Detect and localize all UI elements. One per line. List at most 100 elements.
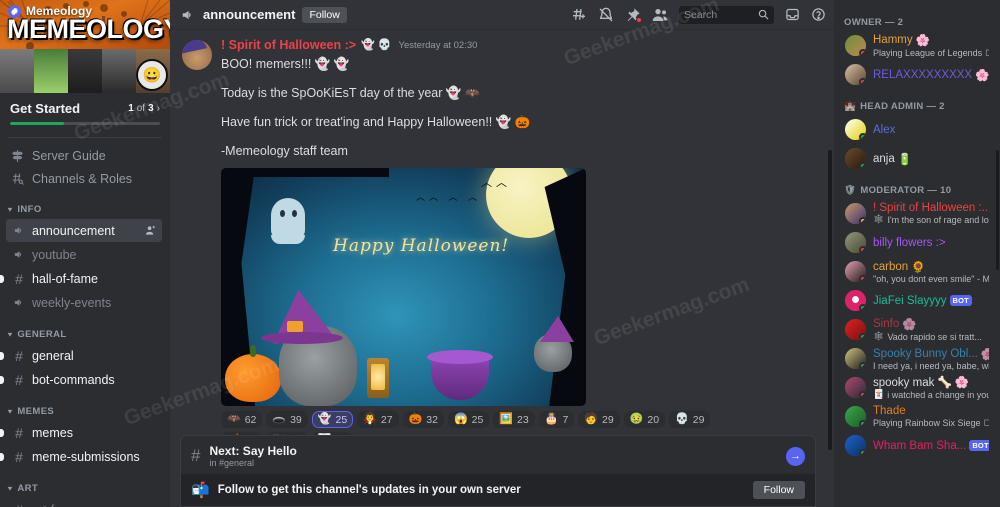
member-item[interactable]: Sinfo 🌸 🕸 Vado rapido se si tratt... [840, 315, 994, 344]
member-name: anja 🔋 [873, 152, 913, 166]
member-item[interactable]: Alex [840, 115, 994, 144]
threads-icon[interactable] [571, 7, 587, 23]
pinned-messages-icon[interactable] [625, 7, 642, 23]
message-line: -Memeology staff team [221, 144, 348, 158]
chevron-down-icon: ▼ [6, 484, 15, 493]
reaction-emoji: 🖼️ [499, 413, 514, 425]
member-item[interactable]: JiaFei Slayyyy BOT [840, 286, 994, 315]
member-list[interactable]: OWNER — 2 Hammy 🌸 Playing League of Legen… [834, 0, 1000, 507]
reaction-chip[interactable]: 🤢 20 [623, 411, 666, 428]
server-banner[interactable]: Memeology MEMEOLOGY 😀 [0, 0, 170, 93]
chevron-down-icon: ▼ [6, 407, 15, 416]
get-started-section[interactable]: Get Started 1 of 3 › [0, 93, 170, 131]
main-content: announcement Follow Search ! Spirit of H… [170, 0, 834, 507]
category-info[interactable]: ▼ INFO [0, 190, 170, 218]
reaction-count: 23 [517, 413, 529, 426]
reaction-chip[interactable]: 🧑 29 [578, 411, 620, 428]
reaction-emoji: 🧛 [363, 413, 377, 425]
reaction-emoji: 🕳️ [272, 413, 287, 425]
sidebar-item-meme-submissions[interactable]: # meme-submissions [0, 445, 162, 468]
status-badge [859, 78, 866, 85]
channel-name: announcement [32, 223, 115, 238]
message-list[interactable]: ! Spirit of Halloween :> 👻 💀 Yesterday a… [170, 30, 834, 507]
member-item[interactable]: anja 🔋 [840, 144, 994, 173]
member-name: spooky mak 🦴 🌸 [873, 377, 970, 389]
reaction-chip[interactable]: 🕳️ 39 [266, 411, 308, 428]
member-item[interactable]: Wham Bam Sha... BOT [840, 431, 994, 460]
avatar [845, 319, 866, 340]
message-scrollbar[interactable] [828, 150, 832, 450]
message-item: ! Spirit of Halloween :> 👻 💀 Yesterday a… [170, 36, 834, 406]
member-item[interactable]: Thade Playing Rainbow Six Siege◻ [840, 402, 994, 431]
reaction-count: 29 [601, 413, 614, 426]
troll-face-icon: 😀 [136, 59, 168, 91]
member-item[interactable]: Spooky Bunny Obl...🌸 I need ya, i need y… [840, 344, 994, 373]
channel-name: youtube [32, 247, 77, 262]
status-badge [859, 304, 866, 311]
member-item[interactable]: ! Spirit of Halloween :... 🕸 I'm the son … [840, 199, 994, 228]
inbox-icon[interactable] [785, 7, 800, 22]
sidebar-item-memes[interactable]: # memes [0, 421, 162, 444]
reaction-chip[interactable]: 🎂 7 [538, 411, 575, 428]
search-icon [758, 9, 769, 20]
follow-bar-button[interactable]: Follow [752, 481, 805, 499]
reaction-chip[interactable]: 💀 29 [669, 411, 711, 428]
member-list-scrollbar[interactable] [996, 150, 999, 270]
sidebar-item-art-faq[interactable]: # art-faq [6, 498, 162, 507]
member-item[interactable]: carbon🌻 "oh, you dont even smile" - Ma..… [840, 257, 994, 286]
avatar [845, 203, 866, 224]
reaction-emoji: 🎃 [408, 413, 423, 425]
search-input[interactable] [684, 8, 754, 21]
reaction-chip[interactable]: 🎃 32 [402, 411, 444, 428]
member-status: I need ya, i need ya, babe, wh... [873, 360, 989, 371]
member-badge-icon: 🔋 [897, 153, 913, 166]
unread-indicator [0, 428, 4, 437]
reaction-chip[interactable]: 🖼️ 23 [493, 411, 535, 428]
next-step-card[interactable]: # Next: Say Hello in #general → [180, 435, 816, 474]
sidebar-item-general[interactable]: # general [0, 344, 162, 367]
avatar [845, 261, 866, 282]
notification-off-icon[interactable] [598, 7, 614, 23]
member-list-icon[interactable] [652, 7, 668, 23]
status-badge [859, 362, 866, 369]
sidebar-item-server-guide[interactable]: Server Guide [0, 144, 170, 167]
reaction-chip[interactable]: 🦇 62 [221, 411, 263, 428]
reaction-chip[interactable]: 😱 25 [447, 411, 490, 428]
castle-icon: 🏰 [844, 101, 857, 112]
member-item[interactable]: spooky mak 🦴🌸 🃏i watched a change in you… [840, 373, 994, 402]
message-timestamp: Yesterday at 02:30 [398, 40, 478, 51]
hash-icon: # [12, 502, 26, 507]
bats-icon: ︿︿ [481, 177, 511, 189]
member-item[interactable]: RELAXXXXXXXXX 🌸 [840, 60, 994, 89]
reaction-count: 27 [380, 413, 393, 426]
follow-channel-button[interactable]: Follow [302, 6, 347, 23]
halloween-image-attachment[interactable]: ︿︿ ︿ ︿ ︿︿ Happy Halloween! [221, 168, 586, 406]
category-art[interactable]: ▼ ART [0, 469, 170, 497]
avatar [845, 435, 866, 456]
member-item[interactable]: billy flowers :> [840, 228, 994, 257]
avatar[interactable] [182, 40, 212, 70]
sidebar-item-bot-commands[interactable]: # bot-commands [0, 368, 162, 391]
search-box[interactable] [679, 5, 774, 24]
status-badge [859, 246, 866, 253]
sidebar-item-hall-of-fame[interactable]: # hall-of-fame [0, 267, 162, 290]
member-name: Sinfo 🌸 [873, 318, 917, 331]
category-memes[interactable]: ▼ MEMES [0, 392, 170, 420]
sidebar-item-channels-roles[interactable]: Channels & Roles [0, 167, 170, 190]
help-icon[interactable] [811, 7, 826, 22]
sidebar-item-announcement[interactable]: announcement [6, 219, 162, 242]
message-line: BOO! memers!!! 👻 👻 [221, 57, 350, 71]
member-status: 🃏i watched a change in you ... [873, 389, 989, 400]
member-status: 🕸 Vado rapido se si tratt... [873, 331, 982, 342]
member-name: Hammy 🌸 [873, 34, 930, 47]
reaction-chip[interactable]: 🧛 27 [357, 411, 399, 428]
member-item[interactable]: Hammy🌸 Playing League of Legends◻ [840, 31, 994, 60]
message-author[interactable]: ! Spirit of Halloween :> [221, 38, 356, 53]
go-to-channel-button[interactable]: → [786, 446, 805, 466]
sidebar-item-youtube[interactable]: youtube [6, 243, 162, 266]
reaction-chip[interactable]: 👻 25 [311, 411, 354, 428]
category-general[interactable]: ▼ GENERAL [0, 315, 170, 343]
sidebar-item-weekly-events[interactable]: weekly-events [6, 291, 162, 314]
add-member-icon[interactable] [145, 225, 156, 236]
channels-roles-icon [10, 172, 25, 185]
